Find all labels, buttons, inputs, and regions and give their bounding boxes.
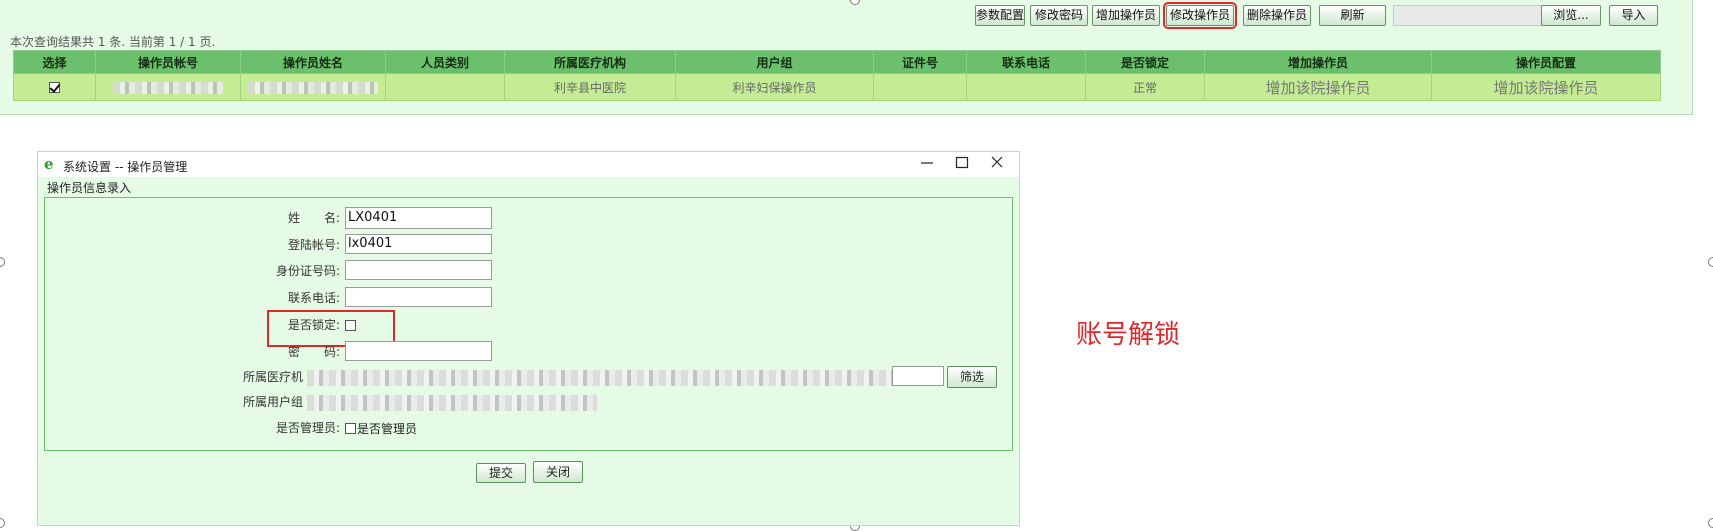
dialog-titlebar[interactable]: e 系统设置 -- 操作员管理 xyxy=(38,152,1019,177)
admin-label: 是否管理员: xyxy=(275,421,340,435)
operator-config-link[interactable]: 增加该院操作员 xyxy=(1431,73,1661,101)
close-window-button[interactable] xyxy=(983,154,1011,174)
org-filter-input[interactable] xyxy=(892,366,944,386)
col-header-category[interactable]: 人员类别 xyxy=(385,50,505,74)
import-button[interactable]: 导入 xyxy=(1609,5,1658,26)
password-input[interactable] xyxy=(345,341,492,361)
redacted-account xyxy=(113,81,223,94)
maximize-button[interactable] xyxy=(948,154,976,174)
operator-list-panel: 参数配置 修改密码 增加操作员 修改操作员 删除操作员 刷新 浏览... 导入 … xyxy=(0,0,1693,115)
result-summary: 本次查询结果共 1 条. 当前第 1 / 1 页. xyxy=(10,35,216,49)
maximize-icon xyxy=(955,156,969,169)
minimize-icon xyxy=(921,162,933,164)
browse-button[interactable]: 浏览... xyxy=(1541,5,1601,26)
redacted-org-options xyxy=(307,370,892,386)
col-header-phone[interactable]: 联系电话 xyxy=(966,50,1086,74)
category-cell xyxy=(385,73,505,101)
id-cell xyxy=(873,73,967,101)
login-row: 登陆帐号: lx0401 xyxy=(45,234,1005,256)
change-password-button[interactable]: 修改密码 xyxy=(1030,5,1088,26)
name-row: 姓 名: LX0401 xyxy=(45,207,1005,229)
col-header-operator-config[interactable]: 操作员配置 xyxy=(1431,50,1661,74)
lock-row: 是否锁定: xyxy=(45,314,1005,336)
group-row: 所属用户组 xyxy=(45,391,1005,413)
redacted-name xyxy=(248,81,378,94)
group-label: 所属用户组 xyxy=(242,395,303,409)
import-file-input[interactable] xyxy=(1393,5,1543,26)
admin-row: 是否管理员: 是否管理员 xyxy=(45,417,1005,439)
account-cell xyxy=(95,73,241,101)
param-config-button[interactable]: 参数配置 xyxy=(975,5,1025,26)
operator-management-dialog: e 系统设置 -- 操作员管理 操作员信息录入 姓 名: LX0401 登陆帐号… xyxy=(37,151,1020,526)
idcard-label: 身份证号码: xyxy=(275,264,340,278)
row-select-cell[interactable] xyxy=(13,73,96,101)
idcard-input[interactable] xyxy=(345,260,492,280)
add-operator-link[interactable]: 增加该院操作员 xyxy=(1204,73,1432,101)
phone-input[interactable] xyxy=(345,287,492,307)
password-label: 密 码: xyxy=(287,345,340,359)
phone-row: 联系电话: xyxy=(45,287,1005,309)
admin-checkbox-label[interactable]: 是否管理员 xyxy=(357,417,417,441)
name-input[interactable]: LX0401 xyxy=(345,207,492,229)
add-operator-button[interactable]: 增加操作员 xyxy=(1092,5,1160,26)
col-header-select[interactable]: 选择 xyxy=(13,50,96,74)
filter-button[interactable]: 筛选 xyxy=(947,366,997,388)
submit-button[interactable]: 提交 xyxy=(476,463,526,483)
col-header-account[interactable]: 操作员帐号 xyxy=(95,50,241,74)
login-label: 登陆帐号: xyxy=(287,238,340,252)
ie-icon: e xyxy=(44,155,54,173)
org-cell: 利辛县中医院 xyxy=(504,73,676,101)
idcard-row: 身份证号码: xyxy=(45,260,1005,282)
col-header-add-operator[interactable]: 增加操作员 xyxy=(1204,50,1432,74)
password-row: 密 码: xyxy=(45,341,1005,363)
login-input[interactable]: lx0401 xyxy=(345,234,492,254)
col-header-id[interactable]: 证件号 xyxy=(873,50,967,74)
delete-operator-button[interactable]: 删除操作员 xyxy=(1243,5,1311,26)
close-button[interactable]: 关闭 xyxy=(533,461,583,483)
resize-handle-left[interactable] xyxy=(0,257,5,267)
col-header-group[interactable]: 用户组 xyxy=(675,50,874,74)
table-row[interactable]: 利辛县中医院 利辛妇保操作员 正常 增加该院操作员 增加该院操作员 xyxy=(13,73,1661,101)
resize-handle-bottom-right[interactable] xyxy=(1708,518,1713,528)
phone-label: 联系电话: xyxy=(287,291,340,305)
phone-cell xyxy=(966,73,1086,101)
form-legend: 操作员信息录入 xyxy=(47,181,132,195)
edit-operator-button[interactable]: 修改操作员 xyxy=(1163,2,1237,29)
resize-handle-bottom-left[interactable] xyxy=(0,518,5,528)
org-row: 所属医疗机 筛选 xyxy=(45,366,1005,388)
refresh-button[interactable]: 刷新 xyxy=(1319,5,1386,26)
close-icon xyxy=(991,156,1003,168)
unlock-annotation: 账号解锁 xyxy=(1076,320,1181,350)
resize-handle-right[interactable] xyxy=(1708,257,1713,267)
name-label: 姓 名: xyxy=(287,211,340,225)
group-cell: 利辛妇保操作员 xyxy=(675,73,874,101)
col-header-name[interactable]: 操作员姓名 xyxy=(240,50,386,74)
minimize-button[interactable] xyxy=(913,154,941,174)
dialog-title: 系统设置 -- 操作员管理 xyxy=(63,160,188,174)
row-select-checkbox[interactable] xyxy=(49,82,60,93)
name-cell xyxy=(240,73,386,101)
operator-table: 选择 操作员帐号 操作员姓名 人员类别 所属医疗机构 用户组 证件号 联系电话 … xyxy=(13,50,1661,101)
admin-checkbox[interactable] xyxy=(345,423,356,434)
table-header-row: 选择 操作员帐号 操作员姓名 人员类别 所属医疗机构 用户组 证件号 联系电话 … xyxy=(13,50,1661,74)
operator-info-form: 姓 名: LX0401 登陆帐号: lx0401 身份证号码: 联系电话: 是否… xyxy=(44,197,1013,451)
locked-cell: 正常 xyxy=(1085,73,1205,101)
col-header-locked[interactable]: 是否锁定 xyxy=(1085,50,1205,74)
redacted-group-options xyxy=(307,395,597,411)
col-header-org[interactable]: 所属医疗机构 xyxy=(504,50,676,74)
org-label: 所属医疗机 xyxy=(242,370,303,384)
